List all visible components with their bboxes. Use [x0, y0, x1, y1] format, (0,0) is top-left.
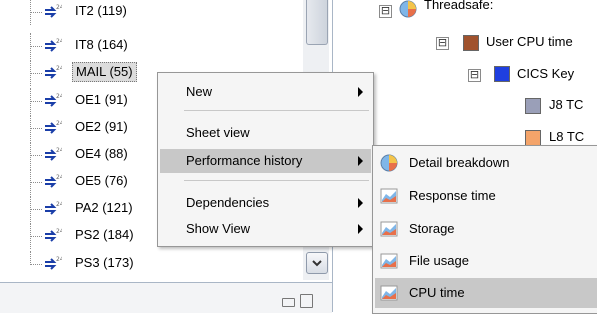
svg-text:24: 24: [56, 256, 62, 263]
j8-label: J8 TC: [549, 97, 584, 112]
svg-text:24: 24: [56, 174, 62, 181]
submenu-item-label: Storage: [409, 221, 455, 236]
link-arrows-icon: 24: [45, 174, 62, 188]
submenu-item-detail-breakdown[interactable]: Detail breakdown: [375, 148, 597, 178]
collapse-cics-key-icon[interactable]: ⊟: [468, 69, 481, 82]
svg-text:24: 24: [56, 93, 62, 100]
tree-item-label: IT8 (164): [75, 37, 128, 52]
tree-item-it8[interactable]: 24 IT8 (164): [0, 33, 300, 59]
submenu-arrow-icon: [358, 87, 363, 97]
submenu-arrow-icon: [358, 224, 363, 234]
menu-item-label: Performance history: [186, 153, 303, 168]
user-cpu-label: User CPU time: [486, 34, 573, 49]
submenu-arrow-icon: [358, 156, 363, 166]
scroll-down-button[interactable]: [306, 252, 328, 274]
minimize-icon[interactable]: [282, 298, 295, 307]
user-cpu-color-swatch: [463, 35, 479, 51]
submenu-item-label: Detail breakdown: [409, 155, 510, 170]
tree-item-label: PS3 (173): [75, 255, 134, 270]
menu-item-label: Dependencies: [186, 195, 270, 210]
tree-item-label: OE1 (91): [75, 92, 128, 107]
menu-separator: [184, 110, 369, 111]
menu-item-performance-history[interactable]: Performance history: [160, 149, 371, 173]
collapse-user-cpu-icon[interactable]: ⊟: [436, 37, 449, 50]
submenu-item-file-usage[interactable]: File usage: [375, 246, 597, 276]
menu-item-show-view[interactable]: Show View: [160, 217, 371, 241]
menu-item-dependencies[interactable]: Dependencies: [160, 191, 371, 215]
l8-label: L8 TC: [549, 129, 585, 144]
pie-chart-icon: [380, 154, 398, 172]
submenu-item-storage[interactable]: Storage: [375, 214, 597, 244]
tree-item-label: OE2 (91): [75, 119, 128, 134]
submenu-item-label: Response time: [409, 188, 496, 203]
tree-item-label: OE4 (88): [75, 146, 128, 161]
maximize-icon[interactable]: [300, 294, 313, 308]
j8-color-swatch: [525, 98, 541, 114]
menu-item-new[interactable]: New: [160, 80, 371, 104]
svg-text:24: 24: [56, 147, 62, 154]
menu-item-sheet-view[interactable]: Sheet view: [160, 121, 371, 145]
menu-item-label: New: [186, 84, 213, 99]
tree-item-label: PS2 (184): [75, 227, 134, 242]
link-arrows-icon: 24: [45, 93, 62, 107]
tree-scroll-thumb[interactable]: [306, 0, 328, 45]
submenu-arrow-icon: [358, 198, 363, 208]
link-arrows-icon: 24: [45, 256, 62, 270]
link-arrows-icon: 24: [45, 65, 62, 79]
pie-chart-icon: [399, 0, 417, 18]
svg-text:24: 24: [56, 120, 62, 127]
l8-color-swatch: [525, 130, 541, 146]
link-arrows-icon: 24: [45, 4, 62, 18]
context-menu: New Sheet view Performance history Depen…: [157, 72, 374, 247]
tree-item-label: OE5 (76): [75, 173, 128, 188]
link-arrows-icon: 24: [45, 120, 62, 134]
chevron-down-icon: [312, 260, 322, 267]
area-chart-icon: [380, 221, 398, 237]
svg-text:24: 24: [56, 38, 62, 45]
tree-item-it2[interactable]: 24 IT2 (119): [0, 0, 300, 25]
submenu-item-cpu-time[interactable]: CPU time: [375, 278, 597, 308]
cics-key-label: CICS Key: [517, 66, 575, 81]
area-chart-icon: [380, 285, 398, 301]
tree-item-label-selected: MAIL (55): [72, 62, 137, 82]
svg-text:24: 24: [56, 201, 62, 208]
area-chart-icon: [380, 188, 398, 204]
svg-text:24: 24: [56, 4, 62, 11]
submenu-item-label: File usage: [409, 253, 469, 268]
tree-item-ps3[interactable]: 24 PS3 (173): [0, 251, 300, 277]
submenu-item-label: CPU time: [409, 285, 465, 300]
svg-text:24: 24: [56, 228, 62, 235]
tree-item-label: IT2 (119): [75, 3, 127, 18]
submenu-item-response-time[interactable]: Response time: [375, 181, 597, 211]
cics-key-color-swatch: [494, 66, 510, 82]
menu-item-label: Show View: [186, 221, 251, 236]
link-arrows-icon: 24: [45, 147, 62, 161]
link-arrows-icon: 24: [45, 201, 62, 215]
svg-text:24: 24: [56, 65, 62, 72]
collapse-threadsafe-icon[interactable]: ⊟: [379, 5, 392, 18]
menu-item-label: Sheet view: [186, 125, 250, 140]
link-arrows-icon: 24: [45, 38, 62, 52]
link-arrows-icon: 24: [45, 228, 62, 242]
threadsafe-label: Threadsafe:: [424, 0, 494, 12]
menu-separator: [184, 180, 369, 181]
tree-item-label: PA2 (121): [75, 200, 133, 215]
area-chart-icon: [380, 253, 398, 269]
performance-history-submenu: Detail breakdown Response time Storage F…: [372, 145, 597, 314]
